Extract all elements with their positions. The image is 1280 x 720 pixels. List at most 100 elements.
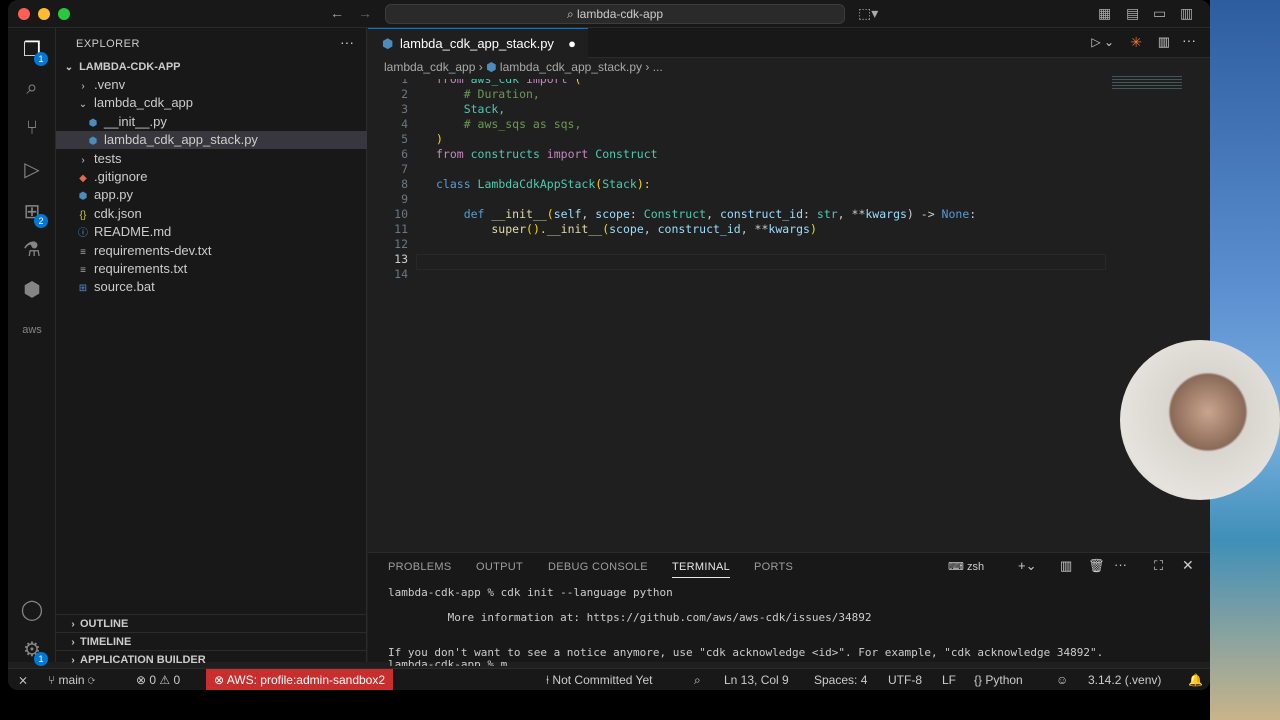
- commit-status[interactable]: ⍿ Not Committed Yet: [546, 669, 652, 690]
- tree-item[interactable]: {} cdk.json: [56, 205, 367, 223]
- tab-problems[interactable]: PROBLEMS: [388, 561, 452, 573]
- amazon-q-icon[interactable]: ✳: [1130, 34, 1142, 51]
- toggle-panel-icon[interactable]: ▭: [1153, 5, 1166, 22]
- back-arrow-icon[interactable]: ←: [330, 5, 344, 21]
- tree-item[interactable]: ⬢ lambda_cdk_app_stack.py: [56, 131, 367, 150]
- explorer-title: EXPLORER: [76, 38, 140, 50]
- tab-debug-console[interactable]: DEBUG CONSOLE: [548, 561, 648, 573]
- bat-file-icon: ⊞: [78, 283, 88, 295]
- extensions-icon[interactable]: ⊞ 2: [18, 198, 48, 228]
- maximize-panel-icon[interactable]: ⛶: [1154, 558, 1163, 574]
- close-window-button[interactable]: [18, 8, 30, 20]
- search-icon[interactable]: ⌕: [18, 74, 46, 102]
- editor-more-icon[interactable]: ···: [1182, 32, 1196, 48]
- tree-item[interactable]: ⬢ app.py: [56, 186, 367, 204]
- split-terminal-icon[interactable]: ▥: [1060, 558, 1072, 574]
- trash-icon[interactable]: 🗑: [1088, 558, 1105, 574]
- outline-section[interactable]: › OUTLINE: [56, 614, 367, 632]
- tree-item[interactable]: ≡ requirements.txt: [56, 260, 367, 278]
- command-center-search[interactable]: ⌕ lambda-cdk-app: [385, 4, 845, 24]
- line-number: 5: [401, 132, 408, 146]
- source-control-icon[interactable]: ⑂: [18, 114, 46, 142]
- eol-status[interactable]: LF: [942, 669, 956, 690]
- containers-icon[interactable]: ⬢: [18, 276, 46, 304]
- settings-gear-icon[interactable]: ⚙ 1: [18, 636, 48, 666]
- tab-terminal[interactable]: TERMINAL: [672, 561, 731, 578]
- terminal-shell-selector[interactable]: ⌨ zsh: [948, 560, 984, 573]
- tree-item[interactable]: ◆ .gitignore: [56, 168, 367, 186]
- application-builder-section[interactable]: › APPLICATION BUILDER: [56, 650, 367, 668]
- json-file-icon: {}: [79, 209, 87, 221]
- maximize-window-button[interactable]: [58, 8, 70, 20]
- tree-item-label: tests: [94, 150, 122, 166]
- aws-icon[interactable]: aws: [18, 316, 46, 344]
- current-line-highlight: [416, 254, 1106, 270]
- copilot-status-icon[interactable]: ☺: [1056, 669, 1068, 690]
- bottom-panel: PROBLEMS OUTPUT DEBUG CONSOLE TERMINAL P…: [368, 552, 1210, 666]
- toggle-sidebar-icon[interactable]: ▤: [1126, 5, 1139, 22]
- cursor-position[interactable]: Ln 13, Col 9: [724, 669, 789, 690]
- tree-item[interactable]: ⓘ README.md: [56, 223, 367, 241]
- indentation-status[interactable]: Spaces: 4: [814, 669, 867, 690]
- settings-badge: 1: [34, 652, 48, 666]
- tree-item[interactable]: ⌄ lambda_cdk_app: [56, 94, 367, 112]
- vscode-window: ← → ⌕ lambda-cdk-app ⬚▾ ▦ ▤ ▭ ▥ ❐ 1 ⌕ ⑂ ▷…: [8, 0, 1210, 690]
- punct: :: [969, 207, 977, 221]
- tab-ports[interactable]: PORTS: [754, 561, 793, 573]
- line-number: 7: [401, 162, 408, 176]
- tree-item[interactable]: ⊞ source.bat: [56, 278, 367, 296]
- forward-arrow-icon[interactable]: →: [358, 5, 372, 21]
- status-bar: ⨯ ⑂ main ⟳ ⊗ 0 ⚠ 0 ⊗ AWS: profile:admin-…: [8, 668, 1210, 690]
- zoom-icon[interactable]: ⌕: [694, 669, 701, 690]
- code-line-4: # aws_sqs as sqs,: [436, 117, 582, 131]
- toggle-secondary-sidebar-icon[interactable]: ▥: [1180, 5, 1193, 22]
- txt-file-icon: ≡: [80, 265, 86, 276]
- account-icon[interactable]: ◯: [18, 596, 46, 624]
- run-icon[interactable]: ▷ ⌄: [1091, 35, 1114, 49]
- tree-item[interactable]: › .venv: [56, 76, 367, 94]
- tree-item-label: cdk.json: [94, 205, 142, 221]
- tab-output[interactable]: OUTPUT: [476, 561, 523, 573]
- run-debug-icon[interactable]: ▷: [18, 156, 46, 184]
- split-editor-icon[interactable]: ▥: [1158, 34, 1170, 50]
- class-name: LambdaCdkAppStack: [470, 177, 596, 191]
- punct: , **: [837, 207, 866, 221]
- commit-label: Not Committed Yet: [552, 673, 653, 687]
- minimap[interactable]: [1112, 76, 1182, 90]
- keyword: from: [436, 72, 464, 86]
- remote-indicator-icon[interactable]: ⨯: [18, 669, 28, 690]
- customize-layout-icon[interactable]: ▦: [1098, 5, 1111, 22]
- explorer-icon[interactable]: ❐ 1: [18, 36, 48, 66]
- close-panel-icon[interactable]: ✕: [1182, 557, 1194, 574]
- python-interpreter-status[interactable]: 3.14.2 (.venv): [1088, 669, 1161, 690]
- punct: ): [809, 222, 817, 236]
- aws-profile-status[interactable]: ⊗ AWS: profile:admin-sandbox2: [206, 669, 394, 690]
- encoding-status[interactable]: UTF-8: [888, 669, 922, 690]
- problems-status[interactable]: ⊗ 0 ⚠ 0: [136, 669, 180, 690]
- branch-status[interactable]: ⑂ main ⟳: [48, 669, 95, 690]
- sync-icon: ⟳: [84, 673, 96, 687]
- language-status[interactable]: {} Python: [974, 669, 1023, 690]
- warning-count: 0: [173, 673, 181, 687]
- tab-lambda-cdk-app-stack[interactable]: ⬢ lambda_cdk_app_stack.py ●: [368, 28, 588, 58]
- code-editor[interactable]: 1 2 3 4 5 6 7 8 9 10 11 12 13 14 from aws_cdk import …: [368, 72, 1210, 552]
- minimize-window-button[interactable]: [38, 8, 50, 20]
- panel-more-icon[interactable]: ···: [1114, 557, 1127, 572]
- tree-item[interactable]: ⬢ __init__.py: [56, 113, 367, 131]
- punct: (: [546, 207, 554, 221]
- unsaved-dot-icon[interactable]: ●: [568, 29, 576, 58]
- tree-item[interactable]: › tests: [56, 150, 367, 168]
- timeline-section[interactable]: › TIMELINE: [56, 632, 367, 650]
- testing-icon[interactable]: ⚗: [18, 236, 46, 264]
- function-name: super: [436, 222, 527, 236]
- new-terminal-icon[interactable]: +⌄: [1018, 558, 1036, 574]
- punct: (: [567, 72, 582, 86]
- copilot-icon[interactable]: ⬚▾: [858, 5, 878, 22]
- code-line-6: from constructs import Construct: [436, 147, 658, 162]
- tree-item[interactable]: ≡ requirements-dev.txt: [56, 242, 367, 260]
- workspace-root[interactable]: ⌄ LAMBDA-CDK-APP: [56, 58, 367, 76]
- tree-item-label: README.md: [94, 224, 172, 240]
- git-file-icon: ◆: [79, 173, 87, 184]
- more-actions-icon[interactable]: ···: [340, 34, 354, 50]
- notifications-bell-icon[interactable]: 🔔: [1188, 669, 1203, 690]
